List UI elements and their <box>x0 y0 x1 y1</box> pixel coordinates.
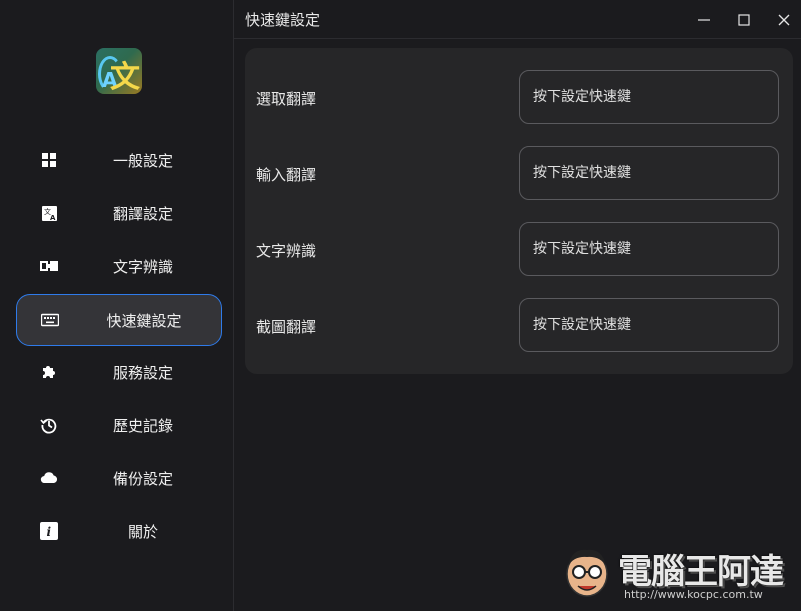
hotkey-label-screenshot: 截圖翻譯 <box>256 318 317 336</box>
sidebar-item-label: 快速鍵設定 <box>106 311 182 330</box>
hotkey-input-selection[interactable]: 按下設定快速鍵 <box>519 70 779 124</box>
window-title: 快速鍵設定 <box>245 11 321 29</box>
sidebar-item-label: 備份設定 <box>112 469 173 488</box>
sidebar-item-label: 翻譯設定 <box>112 204 173 223</box>
hotkey-input-input[interactable]: 按下設定快速鍵 <box>519 146 779 200</box>
hotkey-label-selection: 選取翻譯 <box>256 90 317 108</box>
sidebar-item-label: 服務設定 <box>112 363 173 382</box>
ocr-icon <box>40 257 58 275</box>
translate-icon: 文A <box>40 204 58 222</box>
hotkey-label-ocr: 文字辨識 <box>256 242 317 260</box>
sidebar-item-label: 一般設定 <box>112 151 173 170</box>
sidebar-item-ocr[interactable]: 文字辨識 <box>16 241 220 291</box>
sidebar-item-label: 關於 <box>127 522 158 541</box>
watermark: 電腦王阿達 http://www.kocpc.com.tw <box>562 540 801 611</box>
watermark-url: http://www.kocpc.com.tw <box>624 588 763 601</box>
watermark-text: 電腦王阿達 <box>618 552 784 592</box>
svg-text:A: A <box>50 214 56 222</box>
grid-icon <box>40 151 58 169</box>
info-icon: i <box>40 522 58 540</box>
title-bar: 快速鍵設定 <box>234 0 801 39</box>
maximize-button[interactable] <box>737 12 751 26</box>
close-button[interactable] <box>777 12 791 26</box>
mascot-icon <box>566 549 608 597</box>
sidebar-item-backup[interactable]: 備份設定 <box>16 453 220 503</box>
hotkey-input-screenshot[interactable]: 按下設定快速鍵 <box>519 298 779 352</box>
hotkey-label-input: 輸入翻譯 <box>256 166 317 184</box>
app-logo: A 文 <box>96 48 142 94</box>
svg-text:i: i <box>47 525 52 539</box>
history-icon <box>40 416 58 434</box>
sidebar-item-general[interactable]: 一般設定 <box>16 135 220 185</box>
cloud-icon <box>40 469 58 487</box>
sidebar-item-translate[interactable]: 文A 翻譯設定 <box>16 188 220 238</box>
hotkey-settings-panel: 選取翻譯 按下設定快速鍵 輸入翻譯 按下設定快速鍵 文字辨識 按下設定快速鍵 截… <box>245 48 793 374</box>
sidebar-item-service[interactable]: 服務設定 <box>16 347 220 397</box>
sidebar-item-label: 文字辨識 <box>112 257 173 276</box>
keyboard-icon <box>41 311 59 329</box>
sidebar-item-about[interactable]: i 關於 <box>16 506 220 556</box>
sidebar-item-label: 歷史記錄 <box>112 416 173 435</box>
sidebar-item-hotkey[interactable]: 快速鍵設定 <box>16 294 222 346</box>
sidebar-item-history[interactable]: 歷史記錄 <box>16 400 220 450</box>
puzzle-icon <box>40 363 58 381</box>
sidebar: A 文 一般設定 文A 翻譯設定 文字辨識 快速鍵設定 服務設定 歷史記錄 備份… <box>0 0 234 611</box>
minimize-button[interactable] <box>697 12 711 26</box>
hotkey-input-ocr[interactable]: 按下設定快速鍵 <box>519 222 779 276</box>
